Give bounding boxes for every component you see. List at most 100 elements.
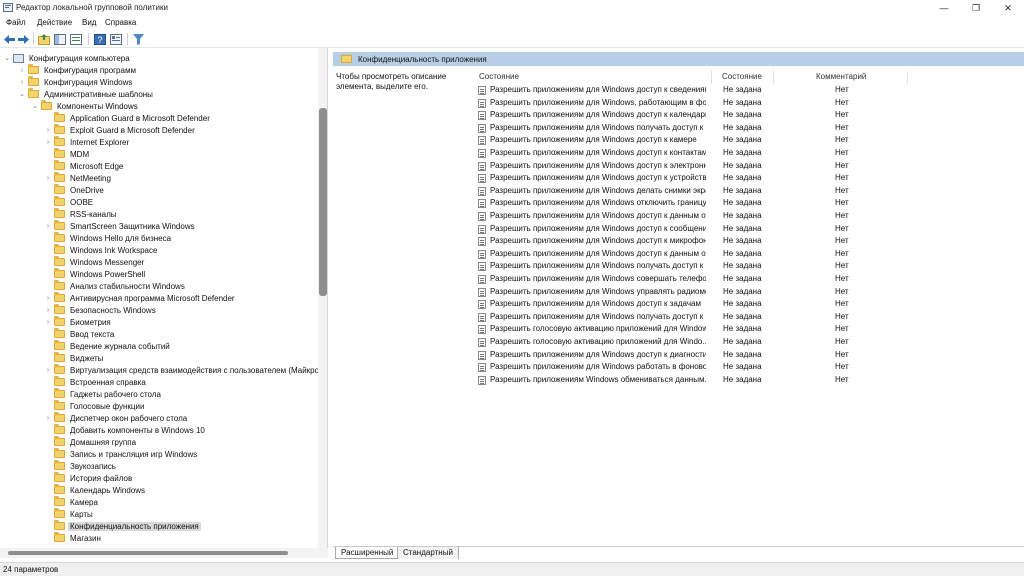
tree-item[interactable]: RSS-каналы xyxy=(44,208,119,220)
setting-row[interactable]: Разрешить приложениям для Windows доступ… xyxy=(476,109,1024,121)
setting-row[interactable]: Разрешить приложениям для Windows соверш… xyxy=(476,273,1024,285)
setting-row[interactable]: Разрешить приложениям для Windows доступ… xyxy=(476,160,1024,172)
column-divider[interactable] xyxy=(907,70,908,84)
tree-item[interactable]: Запись и трансляция игр Windows xyxy=(44,448,199,460)
minimize-button[interactable]: — xyxy=(928,0,960,16)
setting-row[interactable]: Разрешить приложениям для Windows доступ… xyxy=(476,134,1024,146)
menu-view[interactable]: Вид xyxy=(82,18,96,27)
tree-item[interactable]: › Конфигурация Windows xyxy=(18,76,134,88)
show-hide-tree-icon[interactable] xyxy=(54,33,66,45)
collapse-chevron-icon[interactable]: ⌄ xyxy=(31,102,39,110)
tree-item[interactable]: Microsoft Edge xyxy=(44,160,125,172)
tree-item[interactable]: Гаджеты рабочего стола xyxy=(44,388,163,400)
column-divider[interactable] xyxy=(773,70,774,84)
tree-item[interactable]: › Безопасность Windows xyxy=(44,304,158,316)
setting-row[interactable]: Разрешить приложениям для Windows доступ… xyxy=(476,147,1024,159)
menu-action[interactable]: Действие xyxy=(37,18,72,27)
tree-item[interactable]: Добавить компоненты в Windows 10 xyxy=(44,424,207,436)
expand-chevron-icon[interactable]: › xyxy=(44,127,52,134)
setting-row[interactable]: Разрешить приложениям для Windows работа… xyxy=(476,361,1024,373)
filter-icon[interactable] xyxy=(132,33,144,45)
setting-row[interactable]: Разрешить приложениям для Windows отключ… xyxy=(476,197,1024,209)
setting-row[interactable]: Разрешить голосовую активацию приложений… xyxy=(476,323,1024,335)
tree-item[interactable]: Магазин xyxy=(44,532,103,544)
export-list-icon[interactable] xyxy=(70,33,82,45)
tree-horizontal-scrollbar[interactable] xyxy=(0,548,328,558)
tree-item[interactable]: Windows PowerShell xyxy=(44,268,147,280)
tree-item[interactable]: Виджеты xyxy=(44,352,105,364)
menu-file[interactable]: Файл xyxy=(6,18,26,27)
column-header-setting[interactable]: Состояние xyxy=(479,72,519,81)
setting-row[interactable]: Разрешить приложениям для Windows доступ… xyxy=(476,210,1024,222)
tree-horizontal-scrollbar-thumb[interactable] xyxy=(8,551,288,555)
setting-row[interactable]: Разрешить приложениям для Windows делать… xyxy=(476,185,1024,197)
tree-item[interactable]: Ведение журнала событий xyxy=(44,340,172,352)
setting-row[interactable]: Разрешить приложениям Windows обменивать… xyxy=(476,374,1024,386)
collapse-chevron-icon[interactable]: ⌄ xyxy=(18,90,26,98)
setting-row[interactable]: Разрешить приложениям для Windows доступ… xyxy=(476,349,1024,361)
expand-chevron-icon[interactable]: › xyxy=(18,67,26,74)
tree-item[interactable]: Windows Ink Workspace xyxy=(44,244,159,256)
tree-item[interactable]: Календарь Windows xyxy=(44,484,147,496)
tree-item[interactable]: ⌄ Административные шаблоны xyxy=(18,88,155,100)
setting-row[interactable]: Разрешить приложениям для Windows получа… xyxy=(476,122,1024,134)
tree-item[interactable]: ⌄ Конфигурация компьютера xyxy=(3,52,132,64)
setting-row[interactable]: Разрешить голосовую активацию приложений… xyxy=(476,336,1024,348)
up-folder-icon[interactable] xyxy=(38,33,50,45)
setting-row[interactable]: Разрешить приложениям для Windows доступ… xyxy=(476,248,1024,260)
column-header-comment[interactable]: Комментарий xyxy=(816,72,866,81)
tree-item[interactable]: › Exploit Guard в Microsoft Defender xyxy=(44,124,197,136)
setting-row[interactable]: Разрешить приложениям для Windows получа… xyxy=(476,260,1024,272)
setting-row[interactable]: Разрешить приложениям для Windows доступ… xyxy=(476,84,1024,96)
tree-item[interactable]: › Биометрия xyxy=(44,316,113,328)
tree-scrollbar-thumb[interactable] xyxy=(319,108,327,296)
expand-chevron-icon[interactable]: › xyxy=(44,223,52,230)
tree-item[interactable]: › SmartScreen Защитника Windows xyxy=(44,220,197,232)
tree-item[interactable]: › Конфигурация программ xyxy=(18,64,138,76)
expand-chevron-icon[interactable]: › xyxy=(44,415,52,422)
column-header-state[interactable]: Состояние xyxy=(722,72,762,81)
menu-help[interactable]: Справка xyxy=(105,18,136,27)
setting-row[interactable]: Разрешить приложениям для Windows, работ… xyxy=(476,97,1024,109)
tree-item[interactable]: OOBE xyxy=(44,196,95,208)
tree-item[interactable]: ⌄ Компоненты Windows xyxy=(31,100,140,112)
expand-chevron-icon[interactable]: › xyxy=(18,79,26,86)
back-arrow-icon[interactable] xyxy=(3,33,15,45)
tab-extended[interactable]: Расширенный xyxy=(335,547,400,559)
tree-item[interactable]: › Антивирусная программа Microsoft Defend… xyxy=(44,292,237,304)
tree-item[interactable]: История файлов xyxy=(44,472,134,484)
setting-row[interactable]: Разрешить приложениям для Windows доступ… xyxy=(476,172,1024,184)
tree-item[interactable]: OneDrive xyxy=(44,184,106,196)
tree-item[interactable]: Windows Messenger xyxy=(44,256,146,268)
tree-item[interactable]: Конфиденциальность приложения xyxy=(44,520,201,532)
tab-standard[interactable]: Стандартный xyxy=(397,547,459,559)
setting-row[interactable]: Разрешить приложениям для Windows получа… xyxy=(476,311,1024,323)
column-divider[interactable] xyxy=(711,70,712,84)
help-icon[interactable]: ? xyxy=(94,33,106,45)
expand-chevron-icon[interactable]: › xyxy=(44,175,52,182)
tree-item[interactable]: Домашняя группа xyxy=(44,436,138,448)
properties-icon[interactable] xyxy=(110,33,122,45)
tree-item[interactable]: Встроенная справка xyxy=(44,376,148,388)
tree-item[interactable]: Звукозапись xyxy=(44,460,118,472)
collapse-chevron-icon[interactable]: ⌄ xyxy=(3,54,11,62)
tree-item[interactable]: Windows Hello для бизнеса xyxy=(44,232,173,244)
tree-item[interactable]: › Виртуализация средств взаимодействия с … xyxy=(44,364,327,376)
setting-row[interactable]: Разрешить приложениям для Windows доступ… xyxy=(476,235,1024,247)
setting-row[interactable]: Разрешить приложениям для Windows управл… xyxy=(476,286,1024,298)
setting-row[interactable]: Разрешить приложениям для Windows доступ… xyxy=(476,298,1024,310)
expand-chevron-icon[interactable]: › xyxy=(44,139,52,146)
tree-item[interactable]: › Диспетчер окон рабочего стола xyxy=(44,412,189,424)
setting-row[interactable]: Разрешить приложениям для Windows доступ… xyxy=(476,223,1024,235)
tree-item[interactable]: Карты xyxy=(44,508,95,520)
expand-chevron-icon[interactable]: › xyxy=(44,319,52,326)
tree-item[interactable]: Камера xyxy=(44,496,100,508)
expand-chevron-icon[interactable]: › xyxy=(44,367,52,374)
maximize-button[interactable]: ❐ xyxy=(960,0,992,16)
close-button[interactable]: ✕ xyxy=(992,0,1024,16)
tree-item[interactable]: › NetMeeting xyxy=(44,172,113,184)
expand-chevron-icon[interactable]: › xyxy=(44,295,52,302)
tree-item[interactable]: Application Guard в Microsoft Defender xyxy=(44,112,212,124)
tree-item[interactable]: › Internet Explorer xyxy=(44,136,131,148)
expand-chevron-icon[interactable]: › xyxy=(44,307,52,314)
